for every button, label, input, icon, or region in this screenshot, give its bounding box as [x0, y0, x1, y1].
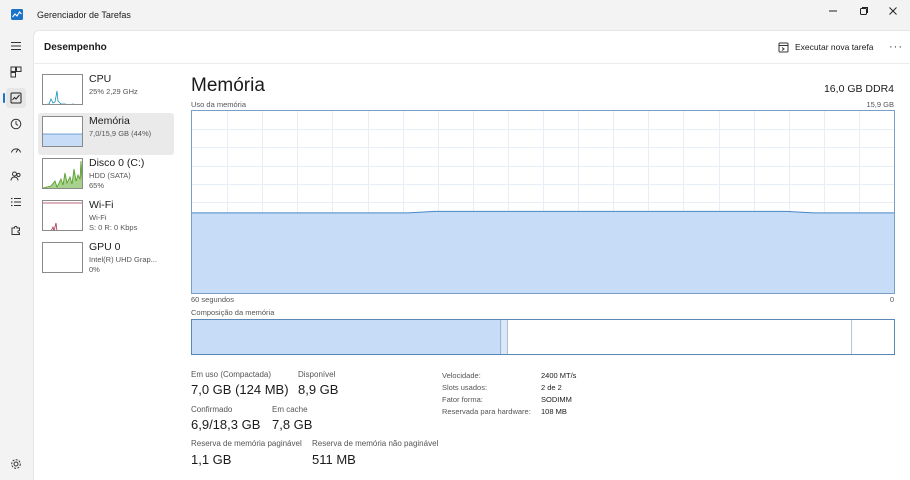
processes-icon: [10, 66, 22, 78]
memory-composition-chart: [192, 320, 894, 354]
resource-detail: 65%: [89, 181, 105, 190]
resource-item-cpu[interactable]: CPU 25% 2,29 GHz: [38, 71, 174, 113]
resource-name: Disco 0 (C:): [89, 157, 145, 169]
close-icon: [889, 7, 897, 15]
run-task-icon: [778, 42, 789, 52]
hardware-reserved-value: 108 MB: [541, 407, 567, 416]
resource-name: GPU 0: [89, 241, 121, 253]
resource-detail: 25% 2,29 GHz: [89, 87, 138, 96]
history-icon: [10, 118, 22, 130]
speed-label: Velocidade:: [442, 371, 481, 380]
usage-graph-max: 15,9 GB: [866, 100, 894, 109]
paged-pool-label: Reserva de memória paginável: [191, 439, 302, 448]
paged-pool-value: 1,1 GB: [191, 452, 232, 467]
minimize-icon: [829, 10, 837, 12]
memory-usage-area: [192, 211, 894, 293]
cached-value: 7,8 GB: [272, 417, 313, 432]
run-new-task-label: Executar nova tarefa: [795, 42, 874, 52]
resource-list: CPU 25% 2,29 GHz Memória 7,0/15,9 GB (44…: [38, 71, 174, 281]
page-title: Desempenho: [44, 42, 107, 53]
minimize-button[interactable]: [816, 0, 850, 22]
page-header: Desempenho Executar nova tarefa ···: [34, 31, 910, 64]
title-bar: Gerenciador de Tarefas: [0, 0, 910, 30]
time-axis-end: 0: [889, 295, 894, 304]
nav-app-history[interactable]: [6, 114, 26, 134]
hardware-reserved-label: Reservada para hardware:: [442, 407, 531, 416]
navigation-rail: [0, 30, 33, 480]
composition-standby: [507, 320, 853, 354]
resource-name: Memória: [89, 115, 130, 127]
composition-label: Composição da memória: [191, 308, 275, 317]
nonpaged-pool-label: Reserva de memória não paginável: [312, 439, 439, 448]
resource-name: CPU: [89, 73, 112, 85]
resource-item-wifi[interactable]: Wi-Fi Wi-Fi S: 0 R: 0 Kbps: [38, 197, 174, 239]
form-factor-value: SODIMM: [541, 395, 572, 404]
memory-thumbnail-graph: [42, 116, 83, 147]
services-puzzle-icon: [11, 225, 20, 235]
nav-performance[interactable]: [3, 88, 26, 108]
memory-usage-graph: [191, 110, 895, 294]
resource-title: Memória: [191, 75, 265, 96]
committed-value: 6,9/18,3 GB: [191, 417, 261, 432]
resource-name: Wi-Fi: [89, 199, 114, 211]
composition-free: [852, 320, 894, 354]
memory-composition-bar: [191, 319, 895, 355]
nav-details[interactable]: [6, 192, 26, 212]
slots-value: 2 de 2: [541, 383, 562, 392]
available-value: 8,9 GB: [298, 382, 339, 397]
resource-detail: 7,0/15,9 GB (44%): [89, 129, 152, 138]
in-use-label: Em uso (Compactada): [191, 370, 272, 379]
resource-detail: 0%: [89, 265, 100, 274]
users-icon: [10, 171, 21, 181]
composition-in-use: [192, 320, 502, 354]
run-new-task-button[interactable]: Executar nova tarefa: [778, 37, 873, 57]
cpu-thumbnail-graph: [42, 74, 83, 105]
composition-modified: [501, 320, 508, 354]
nav-startup-apps[interactable]: [6, 140, 26, 160]
time-axis-start: 60 segundos: [191, 295, 234, 304]
task-manager-app-icon: [11, 7, 23, 20]
hamburger-menu-button[interactable]: [6, 36, 26, 56]
startup-gauge-icon: [11, 148, 21, 153]
speed-value: 2400 MT/s: [541, 371, 577, 380]
memory-usage-chart: [192, 111, 894, 293]
resource-item-gpu[interactable]: GPU 0 Intel(R) UHD Grap... 0%: [38, 239, 174, 281]
content-pane: Desempenho Executar nova tarefa ··· CPU …: [33, 30, 910, 480]
close-button[interactable]: [876, 0, 910, 22]
nav-services[interactable]: [6, 220, 26, 240]
resource-detail: Intel(R) UHD Grap...: [89, 255, 157, 264]
memory-spec: 16,0 GB DDR4: [823, 83, 894, 95]
nav-processes[interactable]: [6, 62, 26, 82]
available-label: Disponível: [298, 370, 336, 379]
performance-icon: [10, 92, 22, 104]
restore-icon: [860, 7, 868, 15]
form-factor-label: Fator forma:: [442, 395, 483, 404]
resource-detail: Wi-Fi: [89, 213, 107, 222]
resource-detail: S: 0 R: 0 Kbps: [89, 223, 138, 232]
usage-graph-label: Uso da memória: [191, 100, 247, 109]
wifi-thumbnail-graph: [42, 200, 83, 231]
nonpaged-pool-value: 511 MB: [312, 452, 356, 467]
nav-users[interactable]: [6, 166, 26, 186]
cached-label: Em cache: [272, 405, 308, 414]
hamburger-icon: [11, 42, 21, 50]
resource-item-disk[interactable]: Disco 0 (C:) HDD (SATA) 65%: [38, 155, 174, 197]
committed-label: Confirmado: [191, 405, 233, 414]
details-list-icon: [11, 197, 21, 207]
nav-settings[interactable]: [6, 454, 26, 474]
disk-thumbnail-graph: [42, 158, 83, 189]
gear-icon: [11, 459, 21, 469]
slots-label: Slots usados:: [442, 383, 488, 392]
in-use-value: 7,0 GB (124 MB): [191, 382, 289, 397]
window-title: Gerenciador de Tarefas: [37, 10, 131, 20]
resource-detail: HDD (SATA): [89, 171, 131, 180]
resource-item-memory[interactable]: Memória 7,0/15,9 GB (44%): [38, 113, 174, 155]
gpu-thumbnail-graph: [42, 242, 83, 273]
more-options-button[interactable]: ···: [886, 37, 906, 57]
